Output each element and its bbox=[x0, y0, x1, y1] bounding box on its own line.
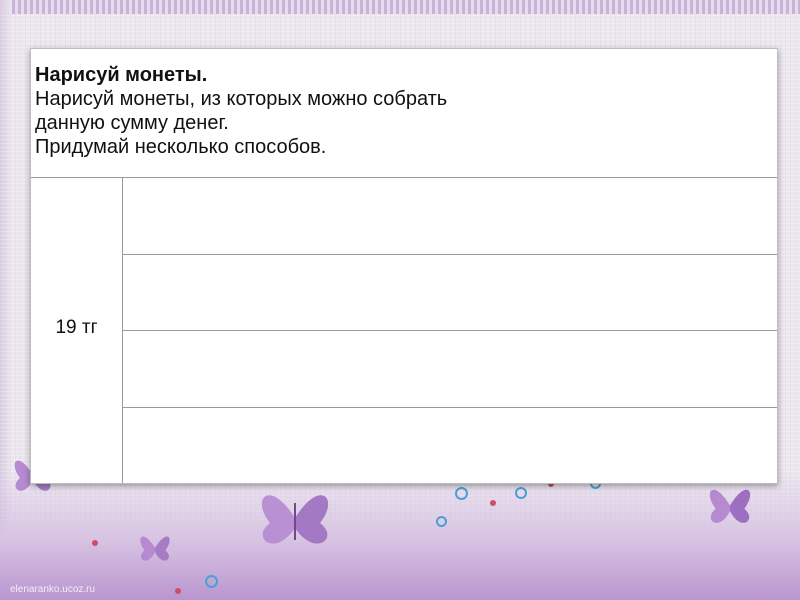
task-title: Нарисуй монеты. bbox=[35, 64, 208, 86]
sum-cell: 19 тг bbox=[55, 317, 98, 338]
decorative-top-border bbox=[0, 0, 800, 14]
worksheet-card: Нарисуй монеты. Нарисуй монеты, из котор… bbox=[30, 48, 778, 484]
decorative-dot bbox=[205, 575, 218, 588]
table-top-border bbox=[31, 177, 777, 178]
answer-row-divider bbox=[122, 330, 777, 331]
answer-row-divider bbox=[122, 254, 777, 255]
butterfly-icon bbox=[140, 536, 170, 561]
decorative-dot bbox=[436, 516, 447, 527]
decorative-dot bbox=[455, 487, 468, 500]
task-line: Придумай несколько способов. bbox=[35, 136, 327, 158]
butterfly-icon bbox=[709, 489, 751, 523]
decorative-dot bbox=[515, 487, 527, 499]
answer-row-divider bbox=[122, 407, 777, 408]
decorative-dot bbox=[175, 588, 181, 594]
decorative-dot bbox=[92, 540, 98, 546]
task-instructions: Нарисуй монеты. Нарисуй монеты, из котор… bbox=[35, 63, 735, 159]
purple-wave-decoration bbox=[0, 470, 800, 600]
decorative-dot bbox=[490, 500, 496, 506]
task-line: данную сумму денег. bbox=[35, 112, 229, 134]
task-line: Нарисуй монеты, из которых можно собрать bbox=[35, 88, 448, 110]
butterfly-icon bbox=[261, 495, 329, 544]
site-credit: elenaranko.ucoz.ru bbox=[10, 584, 96, 595]
